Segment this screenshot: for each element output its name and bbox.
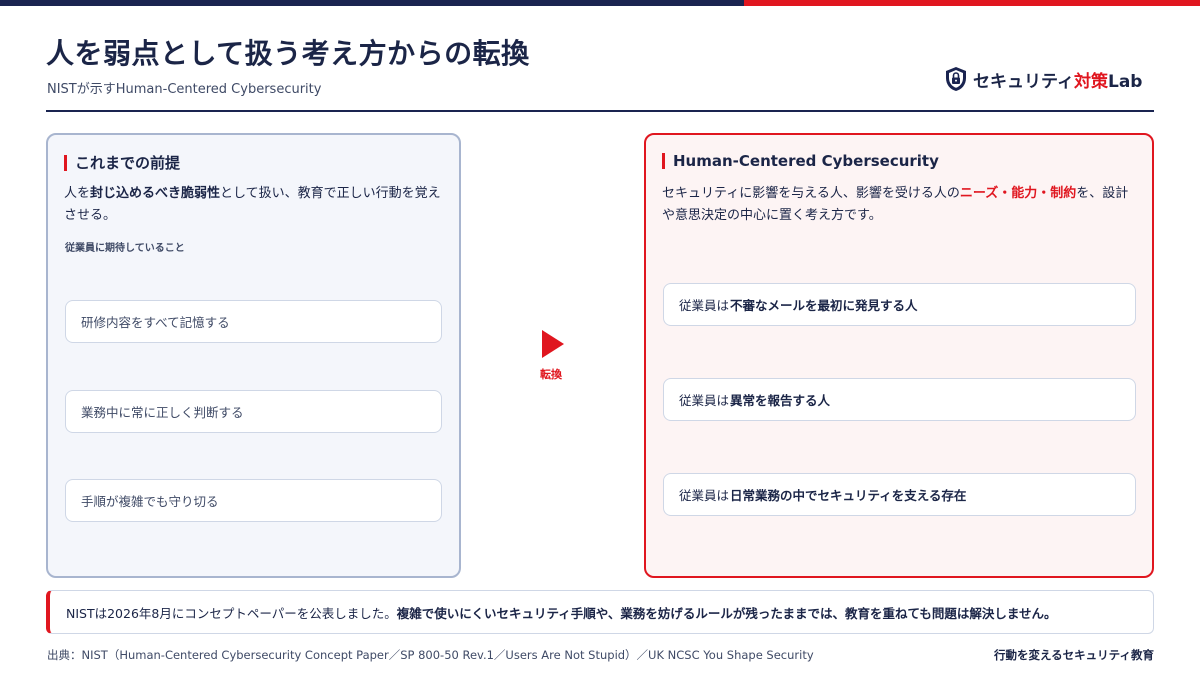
role-text: 異常を報告する人 (730, 393, 831, 408)
play-arrow-icon (542, 330, 564, 358)
role-prefix: 従業員は (679, 488, 730, 503)
page-title: 人を弱点として扱う考え方からの転換 (46, 37, 530, 70)
role-text: 不審なメールを最初に発見する人 (730, 298, 918, 313)
logo-text-tail: Lab (1107, 71, 1143, 92)
expectation-label: 従業員に期待していること (65, 243, 185, 254)
role-item: 従業員は 日常業務の中でセキュリティを支える存在 (663, 473, 1136, 516)
desc-emphasis: 封じ込めるべき脆弱性 (90, 186, 221, 201)
role-prefix: 従業員は (679, 393, 730, 408)
desc-text: 人を (64, 186, 91, 201)
expectation-item: 業務中に常に正しく判断する (65, 390, 442, 433)
panel-title: Human-Centered Cybersecurity (673, 152, 939, 170)
note-emphasis: 複雑で使いにくいセキュリティ手順や、業務を妨げるルールが残ったままでは、教育を重… (396, 605, 1057, 621)
top-accent-bar-red (744, 0, 1200, 6)
desc-highlight: ニーズ・能力・制約 (959, 186, 1077, 201)
panel-heading: これまでの前提 (64, 152, 180, 173)
brand-logo: セキュリティ対策Lab (945, 66, 1142, 92)
panel-heading: Human-Centered Cybersecurity (662, 152, 939, 170)
logo-wordmark: セキュリティ対策Lab (973, 67, 1142, 92)
desc-text: セキュリティに影響を与える人、影響を受ける人の (662, 186, 960, 201)
header-divider (46, 110, 1154, 112)
footer-tagline: 行動を変えるセキュリティ教育 (994, 648, 1154, 662)
note-text: NISTは2026年8月にコンセプトペーパーを公表しました。 (66, 605, 397, 621)
panel-description: 人を封じ込めるべき脆弱性として扱い、教育で正しい行動を覚えさせる。 (64, 183, 449, 227)
transition-label: 転換 (540, 368, 562, 381)
role-text: 日常業務の中でセキュリティを支える存在 (730, 488, 967, 503)
previous-premise-panel: これまでの前提 人を封じ込めるべき脆弱性として扱い、教育で正しい行動を覚えさせる… (46, 133, 461, 578)
expectation-item: 手順が複雑でも守り切る (65, 479, 442, 522)
role-item: 従業員は 異常を報告する人 (663, 378, 1136, 421)
heading-accent-bar (662, 153, 665, 169)
logo-text-accent: 対策 (1073, 71, 1108, 92)
source-citation: 出典：NIST（Human-Centered Cybersecurity Con… (47, 648, 814, 662)
logo-text-main: セキュリティ (973, 71, 1074, 92)
panel-title: これまでの前提 (75, 154, 181, 172)
role-prefix: 従業員は (679, 298, 730, 313)
top-accent-bar-navy (0, 0, 744, 6)
summary-note: NISTは2026年8月にコンセプトペーパーを公表しました。 複雑で使いにくいセキ… (46, 590, 1154, 634)
shield-lock-icon (946, 67, 966, 91)
heading-accent-bar (64, 154, 67, 171)
human-centered-panel: Human-Centered Cybersecurity セキュリティに影響を与… (644, 133, 1154, 578)
panel-description: セキュリティに影響を与える人、影響を受ける人のニーズ・能力・制約を、設計や意思決… (662, 183, 1140, 227)
role-item: 従業員は 不審なメールを最初に発見する人 (663, 283, 1136, 326)
expectation-item: 研修内容をすべて記憶する (65, 300, 442, 343)
page-subtitle: NISTが示すHuman-Centered Cybersecurity (47, 82, 322, 97)
